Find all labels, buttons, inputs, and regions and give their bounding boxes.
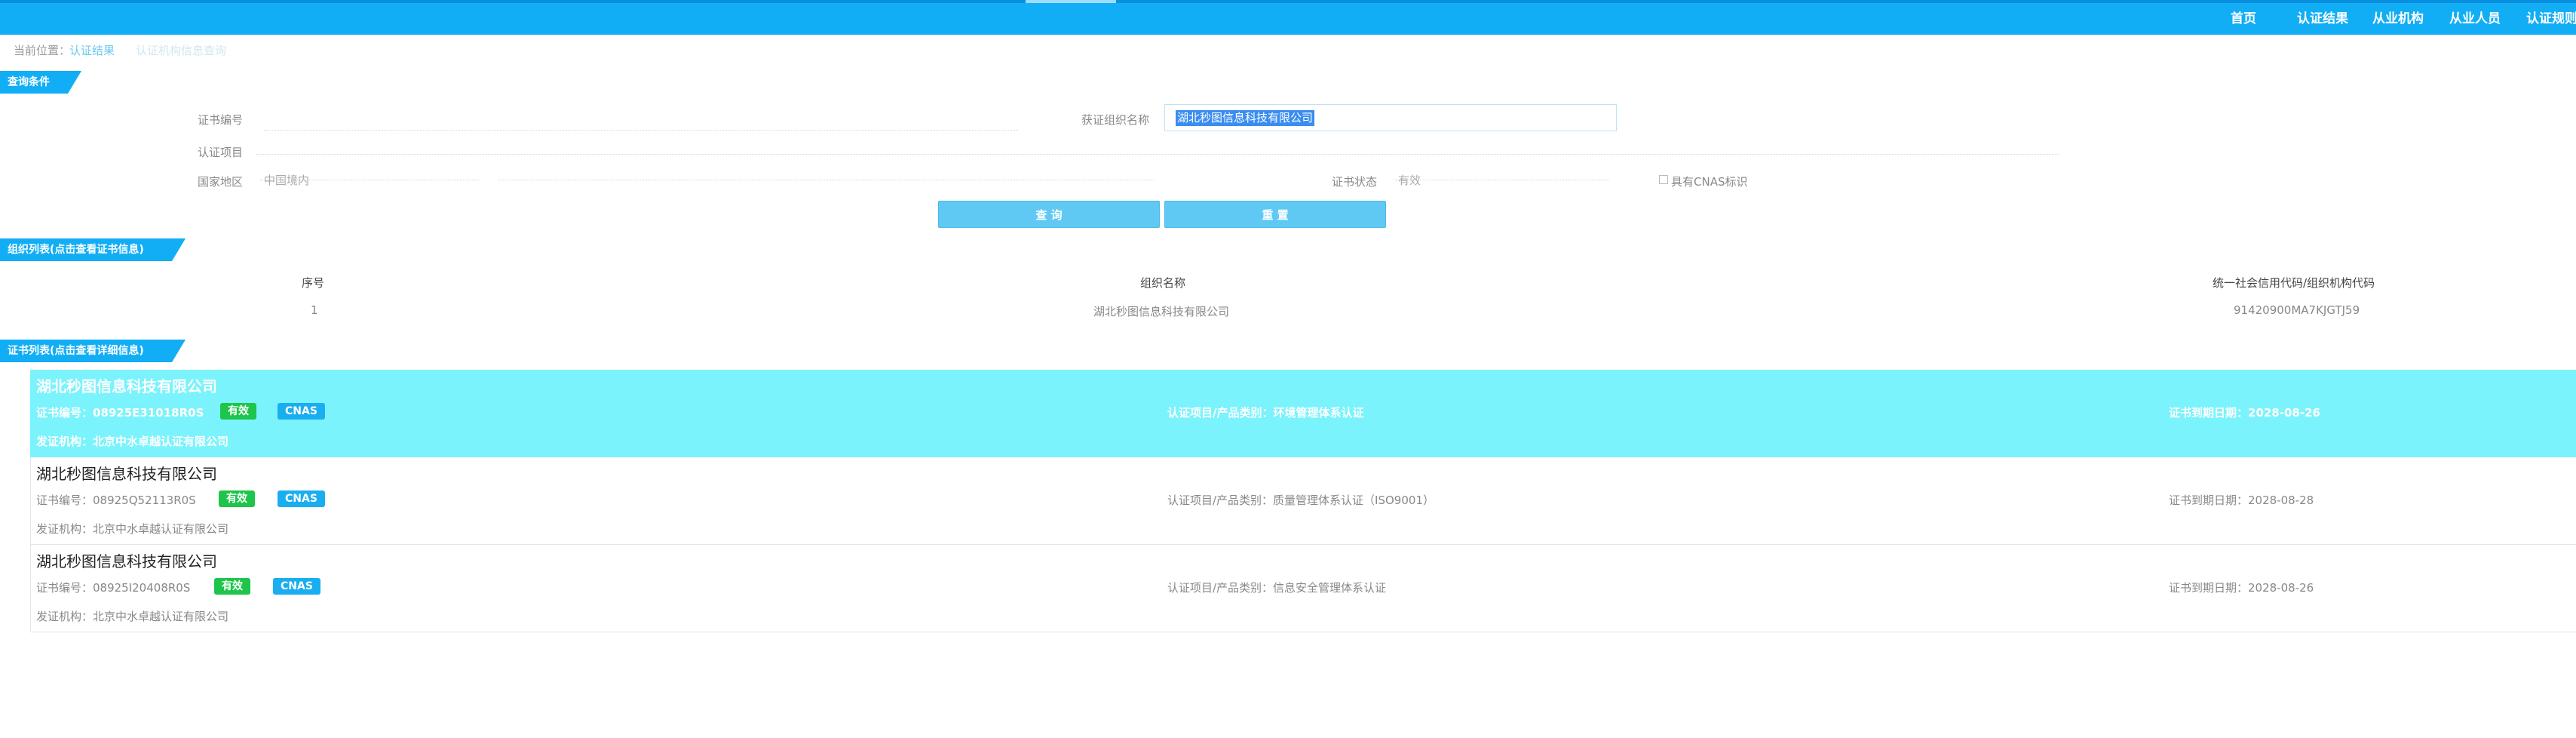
search-button[interactable]: 查 询	[938, 201, 1160, 228]
cnas-badge: CNAS	[278, 490, 325, 507]
org-col-name: 组织名称	[1140, 276, 1186, 290]
nav-item-institutions[interactable]: 从业机构	[2372, 3, 2424, 35]
cnas-badge: CNAS	[278, 403, 325, 420]
cert-project: 认证项目/产品类别：信息安全管理体系认证	[1167, 581, 1387, 595]
org-list-header: 组织列表(点击查看证书信息)	[0, 238, 186, 261]
cert-project: 认证项目/产品类别：环境管理体系认证	[1167, 406, 1364, 420]
status-badge: 有效	[219, 490, 255, 507]
cert-list-left-border	[0, 370, 31, 632]
cnas-checkbox-label: 具有CNAS标识	[1671, 175, 1748, 189]
cert-org-name: 湖北秒图信息科技有限公司	[36, 465, 217, 483]
query-section-header: 查询条件	[0, 71, 81, 94]
cert-issuer: 发证机构：北京中水卓越认证有限公司	[36, 610, 229, 623]
cert-expiry: 证书到期日期：2028-08-26	[2169, 581, 2314, 595]
cert-card[interactable]: 湖北秒图信息科技有限公司 证书编号：08925E31018R0S 有效 CNAS…	[30, 370, 2576, 457]
status-badge: 有效	[214, 578, 250, 595]
status-badge: 有效	[220, 403, 256, 420]
org-col-code: 统一社会信用代码/组织机构代码	[2213, 276, 2375, 290]
project-label: 认证项目	[198, 146, 244, 159]
cert-number: 证书编号：08925E31018R0S	[36, 406, 204, 420]
nav-item-results[interactable]: 认证结果	[2297, 3, 2348, 35]
nav-item-rules[interactable]: 认证规则	[2526, 3, 2576, 35]
cert-number: 证书编号：08925I20408R0S	[36, 581, 191, 595]
cnas-checkbox[interactable]	[1659, 175, 1668, 184]
cert-org-name: 湖北秒图信息科技有限公司	[36, 377, 217, 395]
cert-no-label: 证书编号	[198, 113, 244, 127]
org-row-code: 91420900MA7KJGTJ59	[2234, 303, 2360, 317]
cnas-badge: CNAS	[273, 578, 320, 595]
cert-no-input[interactable]	[264, 130, 1018, 131]
org-name-input[interactable]: 湖北秒图信息科技有限公司	[1164, 104, 1617, 131]
cert-issuer: 发证机构：北京中水卓越认证有限公司	[36, 435, 229, 448]
breadcrumb-prefix: 当前位置：	[14, 44, 71, 57]
nav-highlight	[1026, 0, 1116, 3]
org-name-label: 获证组织名称	[1081, 113, 1150, 127]
cert-issuer: 发证机构：北京中水卓越认证有限公司	[36, 522, 229, 536]
top-nav-bar: 首页 认证结果 从业机构 从业人员 认证规则	[0, 0, 2576, 35]
org-row-no: 1	[311, 303, 318, 317]
cert-expiry: 证书到期日期：2028-08-26	[2169, 406, 2320, 420]
status-label: 证书状态	[1332, 175, 1378, 189]
reset-button[interactable]: 重 置	[1164, 201, 1386, 228]
region-label: 国家地区	[198, 175, 244, 189]
breadcrumb-link[interactable]: 认证结果	[69, 42, 115, 58]
org-col-no: 序号	[302, 276, 325, 290]
cert-project: 认证项目/产品类别：质量管理体系认证（ISO9001）	[1167, 494, 1434, 507]
cert-expiry: 证书到期日期：2028-08-28	[2169, 494, 2314, 507]
org-row-name[interactable]: 湖北秒图信息科技有限公司	[1093, 303, 1229, 319]
cert-card[interactable]: 湖北秒图信息科技有限公司 证书编号：08925I20408R0S 有效 CNAS…	[30, 545, 2576, 632]
nav-item-home[interactable]: 首页	[2231, 3, 2256, 35]
cert-org-name: 湖北秒图信息科技有限公司	[36, 552, 217, 570]
project-select[interactable]	[256, 154, 2059, 155]
org-name-input-value: 湖北秒图信息科技有限公司	[1176, 110, 1315, 126]
breadcrumb-current: 认证机构信息查询	[136, 44, 227, 57]
cert-number: 证书编号：08925Q52113R0S	[36, 494, 196, 507]
nav-item-personnel[interactable]: 从业人员	[2449, 3, 2501, 35]
cert-card[interactable]: 湖北秒图信息科技有限公司 证书编号：08925Q52113R0S 有效 CNAS…	[30, 457, 2576, 545]
cert-list-header: 证书列表(点击查看详细信息)	[0, 340, 186, 362]
